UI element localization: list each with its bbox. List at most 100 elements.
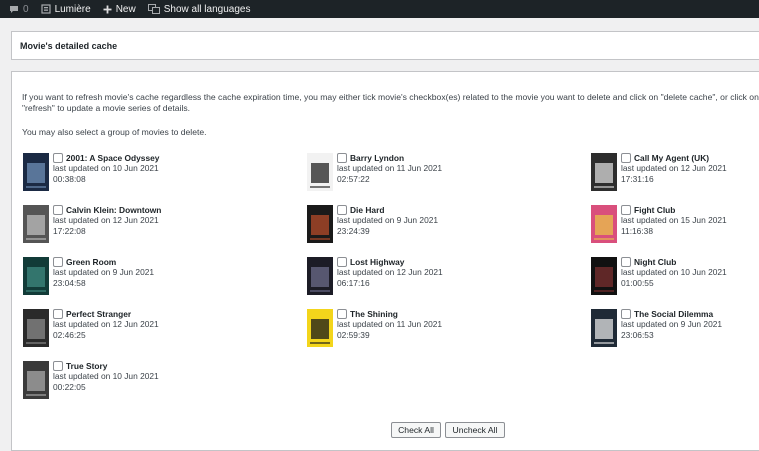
comments-item[interactable]: 0 bbox=[9, 0, 29, 18]
movie-title[interactable]: Fight Club bbox=[634, 205, 675, 215]
cache-panel: If you want to refresh movie's cache reg… bbox=[11, 71, 759, 451]
movie-updated: last updated on 12 Jun 2021 bbox=[53, 319, 159, 330]
movie-title[interactable]: Green Room bbox=[66, 257, 116, 267]
movie-checkbox[interactable] bbox=[621, 309, 631, 320]
movie-checkbox[interactable] bbox=[53, 309, 63, 320]
movie-updated: last updated on 9 Jun 2021 bbox=[337, 215, 439, 226]
movie-item: Perfect Stranger last updated on 12 Jun 2… bbox=[23, 309, 213, 349]
movie-title[interactable]: Lost Highway bbox=[350, 257, 404, 267]
movie-checkbox[interactable] bbox=[621, 153, 631, 164]
new-item[interactable]: New bbox=[103, 0, 136, 18]
movie-info: Barry Lyndon last updated on 11 Jun 2021 0… bbox=[337, 153, 442, 184]
movie-time: 17:31:16 bbox=[621, 173, 654, 184]
movie-poster[interactable] bbox=[307, 309, 333, 347]
movie-item: Barry Lyndon last updated on 11 Jun 2021 0… bbox=[307, 153, 497, 193]
movie-item: Calvin Klein: Downtown last updated on 12… bbox=[23, 205, 213, 245]
movie-poster[interactable] bbox=[591, 205, 617, 243]
movie-updated: last updated on 11 Jun 2021 bbox=[337, 319, 443, 330]
intro-text: If you want to refresh movie's cache reg… bbox=[22, 92, 759, 113]
movie-poster[interactable] bbox=[23, 257, 49, 295]
movie-info: True Story last updated on 10 Jun 2021 00:… bbox=[53, 361, 159, 392]
admin-bar: 0 Lumière New Show all languages bbox=[0, 0, 759, 18]
movie-title-row: Call My Agent (UK) bbox=[621, 153, 727, 164]
movie-info: Die Hard last updated on 9 Jun 2021 23:24:… bbox=[337, 205, 438, 236]
movie-time: 23:06:53 bbox=[621, 329, 654, 340]
movie-checkbox[interactable] bbox=[621, 257, 631, 268]
movie-title-row: 2001: A Space Odyssey bbox=[53, 153, 159, 164]
movie-checkbox[interactable] bbox=[53, 361, 63, 372]
movie-checkbox[interactable] bbox=[53, 257, 63, 268]
check-all-button[interactable]: Check All bbox=[391, 422, 441, 438]
movie-checkbox[interactable] bbox=[337, 153, 347, 164]
movie-title[interactable]: True Story bbox=[66, 361, 107, 371]
movie-poster[interactable] bbox=[591, 257, 617, 295]
movie-time: 17:22:08 bbox=[53, 225, 86, 236]
movie-checkbox[interactable] bbox=[337, 257, 347, 268]
movie-checkbox[interactable] bbox=[621, 205, 631, 216]
movie-poster[interactable] bbox=[591, 153, 617, 191]
movie-title[interactable]: Call My Agent (UK) bbox=[634, 153, 709, 163]
movie-title-row: Green Room bbox=[53, 257, 154, 268]
movie-item: True Story last updated on 10 Jun 2021 00:… bbox=[23, 361, 213, 401]
movie-updated: last updated on 10 Jun 2021 bbox=[53, 371, 159, 382]
movie-title[interactable]: The Shining bbox=[350, 309, 398, 319]
movie-updated: last updated on 12 Jun 2021 bbox=[53, 215, 159, 226]
movie-title-row: Lost Highway bbox=[337, 257, 443, 268]
movie-title[interactable]: Perfect Stranger bbox=[66, 309, 131, 319]
movie-checkbox[interactable] bbox=[337, 205, 347, 216]
movie-info: Green Room last updated on 9 Jun 2021 23:0… bbox=[53, 257, 154, 288]
home-icon bbox=[40, 4, 51, 14]
movie-time: 02:59:39 bbox=[337, 329, 370, 340]
languages-item[interactable]: Show all languages bbox=[147, 0, 251, 18]
movie-poster[interactable] bbox=[23, 309, 49, 347]
movie-checkbox[interactable] bbox=[53, 153, 63, 164]
movie-poster[interactable] bbox=[307, 153, 333, 191]
movie-info: The Social Dilemma last updated on 9 Jun … bbox=[621, 309, 722, 340]
movie-poster[interactable] bbox=[307, 205, 333, 243]
movie-time: 06:17:16 bbox=[337, 277, 370, 288]
movie-updated: last updated on 9 Jun 2021 bbox=[53, 267, 155, 278]
movie-time: 02:46:25 bbox=[53, 329, 86, 340]
movie-updated: last updated on 10 Jun 2021 bbox=[53, 163, 159, 174]
movie-title[interactable]: Die Hard bbox=[350, 205, 384, 215]
movie-title-row: Perfect Stranger bbox=[53, 309, 159, 320]
movie-updated: last updated on 9 Jun 2021 bbox=[621, 319, 723, 330]
movie-info: 2001: A Space Odyssey last updated on 10 … bbox=[53, 153, 159, 184]
movie-title[interactable]: Calvin Klein: Downtown bbox=[66, 205, 161, 215]
movie-item: Die Hard last updated on 9 Jun 2021 23:24:… bbox=[307, 205, 497, 245]
movie-title[interactable]: The Social Dilemma bbox=[634, 309, 713, 319]
movie-time: 01:00:55 bbox=[621, 277, 654, 288]
movie-poster[interactable] bbox=[23, 153, 49, 191]
movie-checkbox[interactable] bbox=[53, 205, 63, 216]
languages-label: Show all languages bbox=[163, 3, 251, 15]
new-label: New bbox=[115, 3, 136, 15]
movie-info: Perfect Stranger last updated on 12 Jun 2… bbox=[53, 309, 159, 340]
movie-title-row: Night Club bbox=[621, 257, 727, 268]
movie-item: Night Club last updated on 10 Jun 2021 01:… bbox=[591, 257, 759, 297]
movie-poster[interactable] bbox=[591, 309, 617, 347]
movie-info: Lost Highway last updated on 12 Jun 2021 0… bbox=[337, 257, 443, 288]
movie-title-row: The Shining bbox=[337, 309, 442, 320]
movie-title[interactable]: Barry Lyndon bbox=[350, 153, 404, 163]
movie-info: The Shining last updated on 11 Jun 2021 02… bbox=[337, 309, 442, 340]
movie-poster[interactable] bbox=[23, 205, 49, 243]
site-name-item[interactable]: Lumière bbox=[40, 0, 91, 18]
uncheck-all-button[interactable]: Uncheck All bbox=[445, 422, 505, 438]
movie-title[interactable]: Night Club bbox=[634, 257, 676, 267]
movie-poster[interactable] bbox=[23, 361, 49, 399]
comments-count: 0 bbox=[23, 3, 29, 15]
movie-item: 2001: A Space Odyssey last updated on 10 … bbox=[23, 153, 213, 193]
movie-title[interactable]: 2001: A Space Odyssey bbox=[66, 153, 159, 163]
movie-info: Calvin Klein: Downtown last updated on 12… bbox=[53, 205, 161, 236]
movie-item: Lost Highway last updated on 12 Jun 2021 0… bbox=[307, 257, 497, 297]
movie-checkbox[interactable] bbox=[337, 309, 347, 320]
movie-time: 23:04:58 bbox=[53, 277, 86, 288]
movie-time: 11:16:38 bbox=[621, 225, 653, 236]
movie-item: Call My Agent (UK) last updated on 12 Jun… bbox=[591, 153, 759, 193]
movie-item: The Social Dilemma last updated on 9 Jun … bbox=[591, 309, 759, 349]
movie-time: 00:22:05 bbox=[53, 381, 86, 392]
movie-poster[interactable] bbox=[307, 257, 333, 295]
movie-item: Fight Club last updated on 15 Jun 2021 11:… bbox=[591, 205, 759, 245]
movie-title-row: The Social Dilemma bbox=[621, 309, 722, 320]
group-note: You may also select a group of movies to… bbox=[22, 127, 207, 137]
